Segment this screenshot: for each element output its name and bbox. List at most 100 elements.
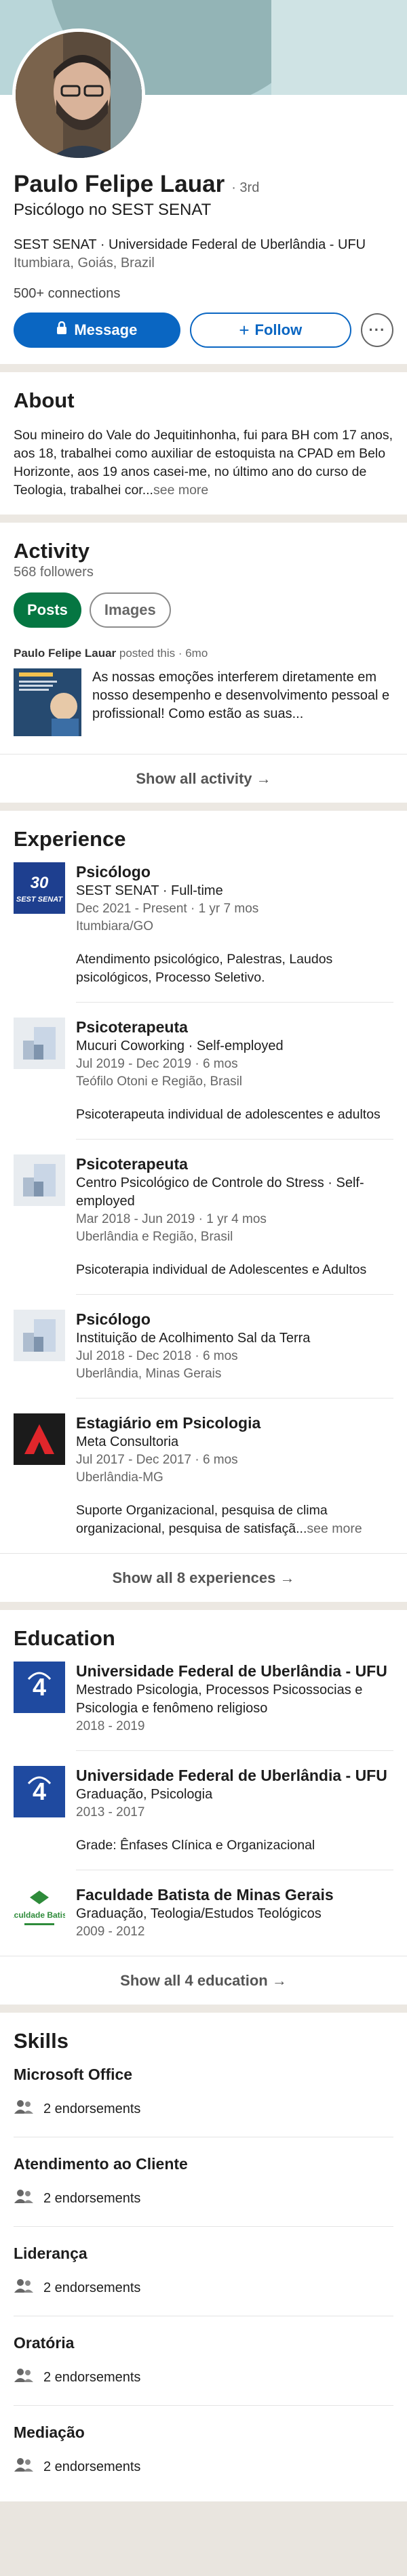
education-item[interactable]: Faculdade Batista Faculdade Batista de M… — [0, 1870, 407, 1956]
about-section: About Sou mineiro do Vale do Jequitinhon… — [0, 372, 407, 515]
post-time: posted this · 6mo — [116, 647, 208, 660]
activity-title: Activity — [14, 539, 90, 563]
experience-title: Experience — [14, 827, 126, 851]
post-thumbnail — [14, 668, 81, 736]
skill-item[interactable]: Mediação 2 endorsements — [0, 2406, 407, 2495]
profile-name: Paulo Felipe Lauar — [14, 171, 225, 197]
experience-location: Uberlândia e Região, Brasil — [76, 1230, 233, 1244]
skill-endorsements: 2 endorsements — [43, 2101, 141, 2116]
experience-dates: Jul 2018 - Dec 2018 · 6 mos — [76, 1349, 238, 1363]
experience-location: Uberlândia-MG — [76, 1470, 163, 1485]
experience-company: SEST SENAT · Full-time — [76, 883, 223, 898]
follow-button[interactable]: + Follow — [189, 313, 351, 348]
follow-button-label: Follow — [254, 321, 303, 338]
activity-post[interactable]: As nossas emoções interferem diretamente… — [14, 668, 393, 754]
tab-images[interactable]: Images — [89, 592, 171, 628]
skill-item[interactable]: Oratória 2 endorsements — [0, 2316, 407, 2406]
activity-section: Activity 568 followers Posts Images Paul… — [0, 523, 407, 803]
about-title: About — [14, 388, 75, 412]
profile-headline: Psicólogo no SEST SENAT — [14, 201, 212, 219]
about-see-more[interactable]: see more — [153, 483, 208, 498]
people-icon — [14, 2099, 34, 2119]
profile-avatar[interactable] — [12, 28, 145, 161]
education-item[interactable]: 4 Universidade Federal de Uberlândia - U… — [0, 1651, 407, 1751]
experience-item[interactable]: Psicólogo Instituição de Acolhimento Sal… — [0, 1295, 407, 1398]
skill-endorsements: 2 endorsements — [43, 2459, 141, 2474]
connection-degree: · 3rd — [231, 180, 260, 195]
plus-icon: + — [239, 319, 250, 340]
post-meta: Paulo Felipe Lauar posted this · 6mo — [14, 647, 393, 660]
experience-item[interactable]: Estagiário em Psicologia Meta Consultori… — [0, 1398, 407, 1553]
education-title: Education — [14, 1626, 115, 1650]
experience-see-more[interactable]: see more — [307, 1521, 362, 1536]
message-button[interactable]: Message — [14, 313, 180, 348]
experience-title-text: Estagiário em Psicologia — [76, 1414, 261, 1432]
people-icon — [14, 2457, 34, 2477]
education-school: Universidade Federal de Uberlândia - UFU — [76, 1767, 387, 1784]
skill-endorsements: 2 endorsements — [43, 2190, 141, 2206]
experience-company: Instituição de Acolhimento Sal da Terra — [76, 1331, 311, 1346]
show-all-activity-link[interactable]: Show all activity → — [0, 754, 407, 803]
experience-description: Suporte Organizacional, pesquisa de clim… — [76, 1502, 393, 1538]
profile-education-line: SEST SENAT · Universidade Federal de Ube… — [14, 237, 366, 252]
skill-endorsements: 2 endorsements — [43, 2280, 141, 2295]
education-degree: Graduação, Teologia/Estudos Teológicos — [76, 1906, 322, 1921]
education-degree: Graduação, Psicologia — [76, 1787, 213, 1802]
about-text: Sou mineiro do Vale do Jequitinhonha, fu… — [14, 426, 393, 500]
experience-company: Centro Psicológico de Controle do Stress… — [76, 1175, 364, 1209]
followers-count: 568 followers — [14, 565, 94, 580]
ufu-logo: 4 — [14, 1766, 65, 1817]
experience-description: Psicoterapeuta individual de adolescente… — [76, 1107, 381, 1122]
education-school: Universidade Federal de Uberlândia - UFU — [76, 1662, 387, 1680]
experience-description: Atendimento psicológico, Palestras, Laud… — [76, 952, 333, 985]
experience-section: Experience 30 SEST SENAT Psicólogo SEST … — [0, 811, 407, 1602]
education-section: Education 4 Universidade Federal de Uber… — [0, 1610, 407, 2005]
people-icon — [14, 2188, 34, 2209]
skill-name: Liderança — [14, 2245, 88, 2262]
svg-text:30: 30 — [31, 874, 49, 892]
education-dates: 2009 - 2012 — [76, 1925, 145, 1939]
education-dates: 2018 - 2019 — [76, 1719, 145, 1733]
fb-logo-text: Faculdade Batista — [14, 1910, 65, 1920]
experience-item[interactable]: 30 SEST SENAT Psicólogo SEST SENAT · Ful… — [0, 851, 407, 1003]
experience-dates: Jul 2017 - Dec 2017 · 6 mos — [76, 1453, 238, 1467]
svg-text:4: 4 — [33, 1673, 46, 1701]
skill-name: Atendimento ao Cliente — [14, 2155, 188, 2173]
experience-location: Itumbiara/GO — [76, 919, 154, 933]
experience-title-text: Psicoterapeuta — [76, 1018, 188, 1036]
tab-posts[interactable]: Posts — [14, 592, 81, 628]
post-author: Paulo Felipe Lauar — [14, 647, 117, 660]
company-placeholder-logo — [14, 1310, 65, 1361]
education-grade: Grade: Ênfases Clínica e Organizacional — [76, 1838, 315, 1853]
more-button[interactable]: ··· — [360, 313, 393, 347]
education-school: Faculdade Batista de Minas Gerais — [76, 1886, 334, 1904]
experience-location: Uberlândia, Minas Gerais — [76, 1367, 222, 1381]
education-degree: Mestrado Psicologia, Processos Psicossoc… — [76, 1683, 363, 1716]
experience-company: Meta Consultoria — [76, 1434, 179, 1449]
skill-item[interactable]: Atendimento ao Cliente 2 endorsements — [0, 2137, 407, 2227]
connections-count[interactable]: 500+ connections — [14, 286, 393, 302]
experience-description: Psicoterapia individual de Adolescentes … — [76, 1262, 367, 1277]
lock-icon — [56, 321, 67, 339]
experience-dates: Mar 2018 - Jun 2019 · 1 yr 4 mos — [76, 1212, 267, 1226]
skill-item[interactable]: Microsoft Office 2 endorsements — [0, 2053, 407, 2137]
education-item[interactable]: 4 Universidade Federal de Uberlândia - U… — [0, 1751, 407, 1870]
experience-item[interactable]: Psicoterapeuta Mucuri Coworking · Self-e… — [0, 1003, 407, 1140]
profile-location: Itumbiara, Goiás, Brazil — [14, 256, 155, 270]
post-text: As nossas emoções interferem diretamente… — [92, 670, 390, 721]
experience-description-text: Suporte Organizacional, pesquisa de clim… — [76, 1503, 328, 1536]
meta-consultoria-logo — [14, 1413, 65, 1465]
show-all-experiences-link[interactable]: Show all 8 experiences → — [0, 1553, 407, 1602]
experience-item[interactable]: Psicoterapeuta Centro Psicológico de Con… — [0, 1140, 407, 1295]
svg-text:4: 4 — [33, 1777, 46, 1805]
experience-dates: Dec 2021 - Present · 1 yr 7 mos — [76, 902, 259, 916]
skill-endorsements: 2 endorsements — [43, 2369, 141, 2385]
skill-item[interactable]: Liderança 2 endorsements — [0, 2227, 407, 2316]
show-all-education-link[interactable]: Show all 4 education → — [0, 1956, 407, 2005]
skill-name: Oratória — [14, 2334, 75, 2352]
company-placeholder-logo — [14, 1018, 65, 1069]
profile-card: Paulo Felipe Lauar · 3rd Psicólogo no SE… — [0, 0, 407, 364]
company-placeholder-logo — [14, 1154, 65, 1206]
skills-section: Skills Microsoft Office 2 endorsements A… — [0, 2013, 407, 2501]
sest-senat-logo: 30 SEST SENAT — [14, 862, 65, 914]
